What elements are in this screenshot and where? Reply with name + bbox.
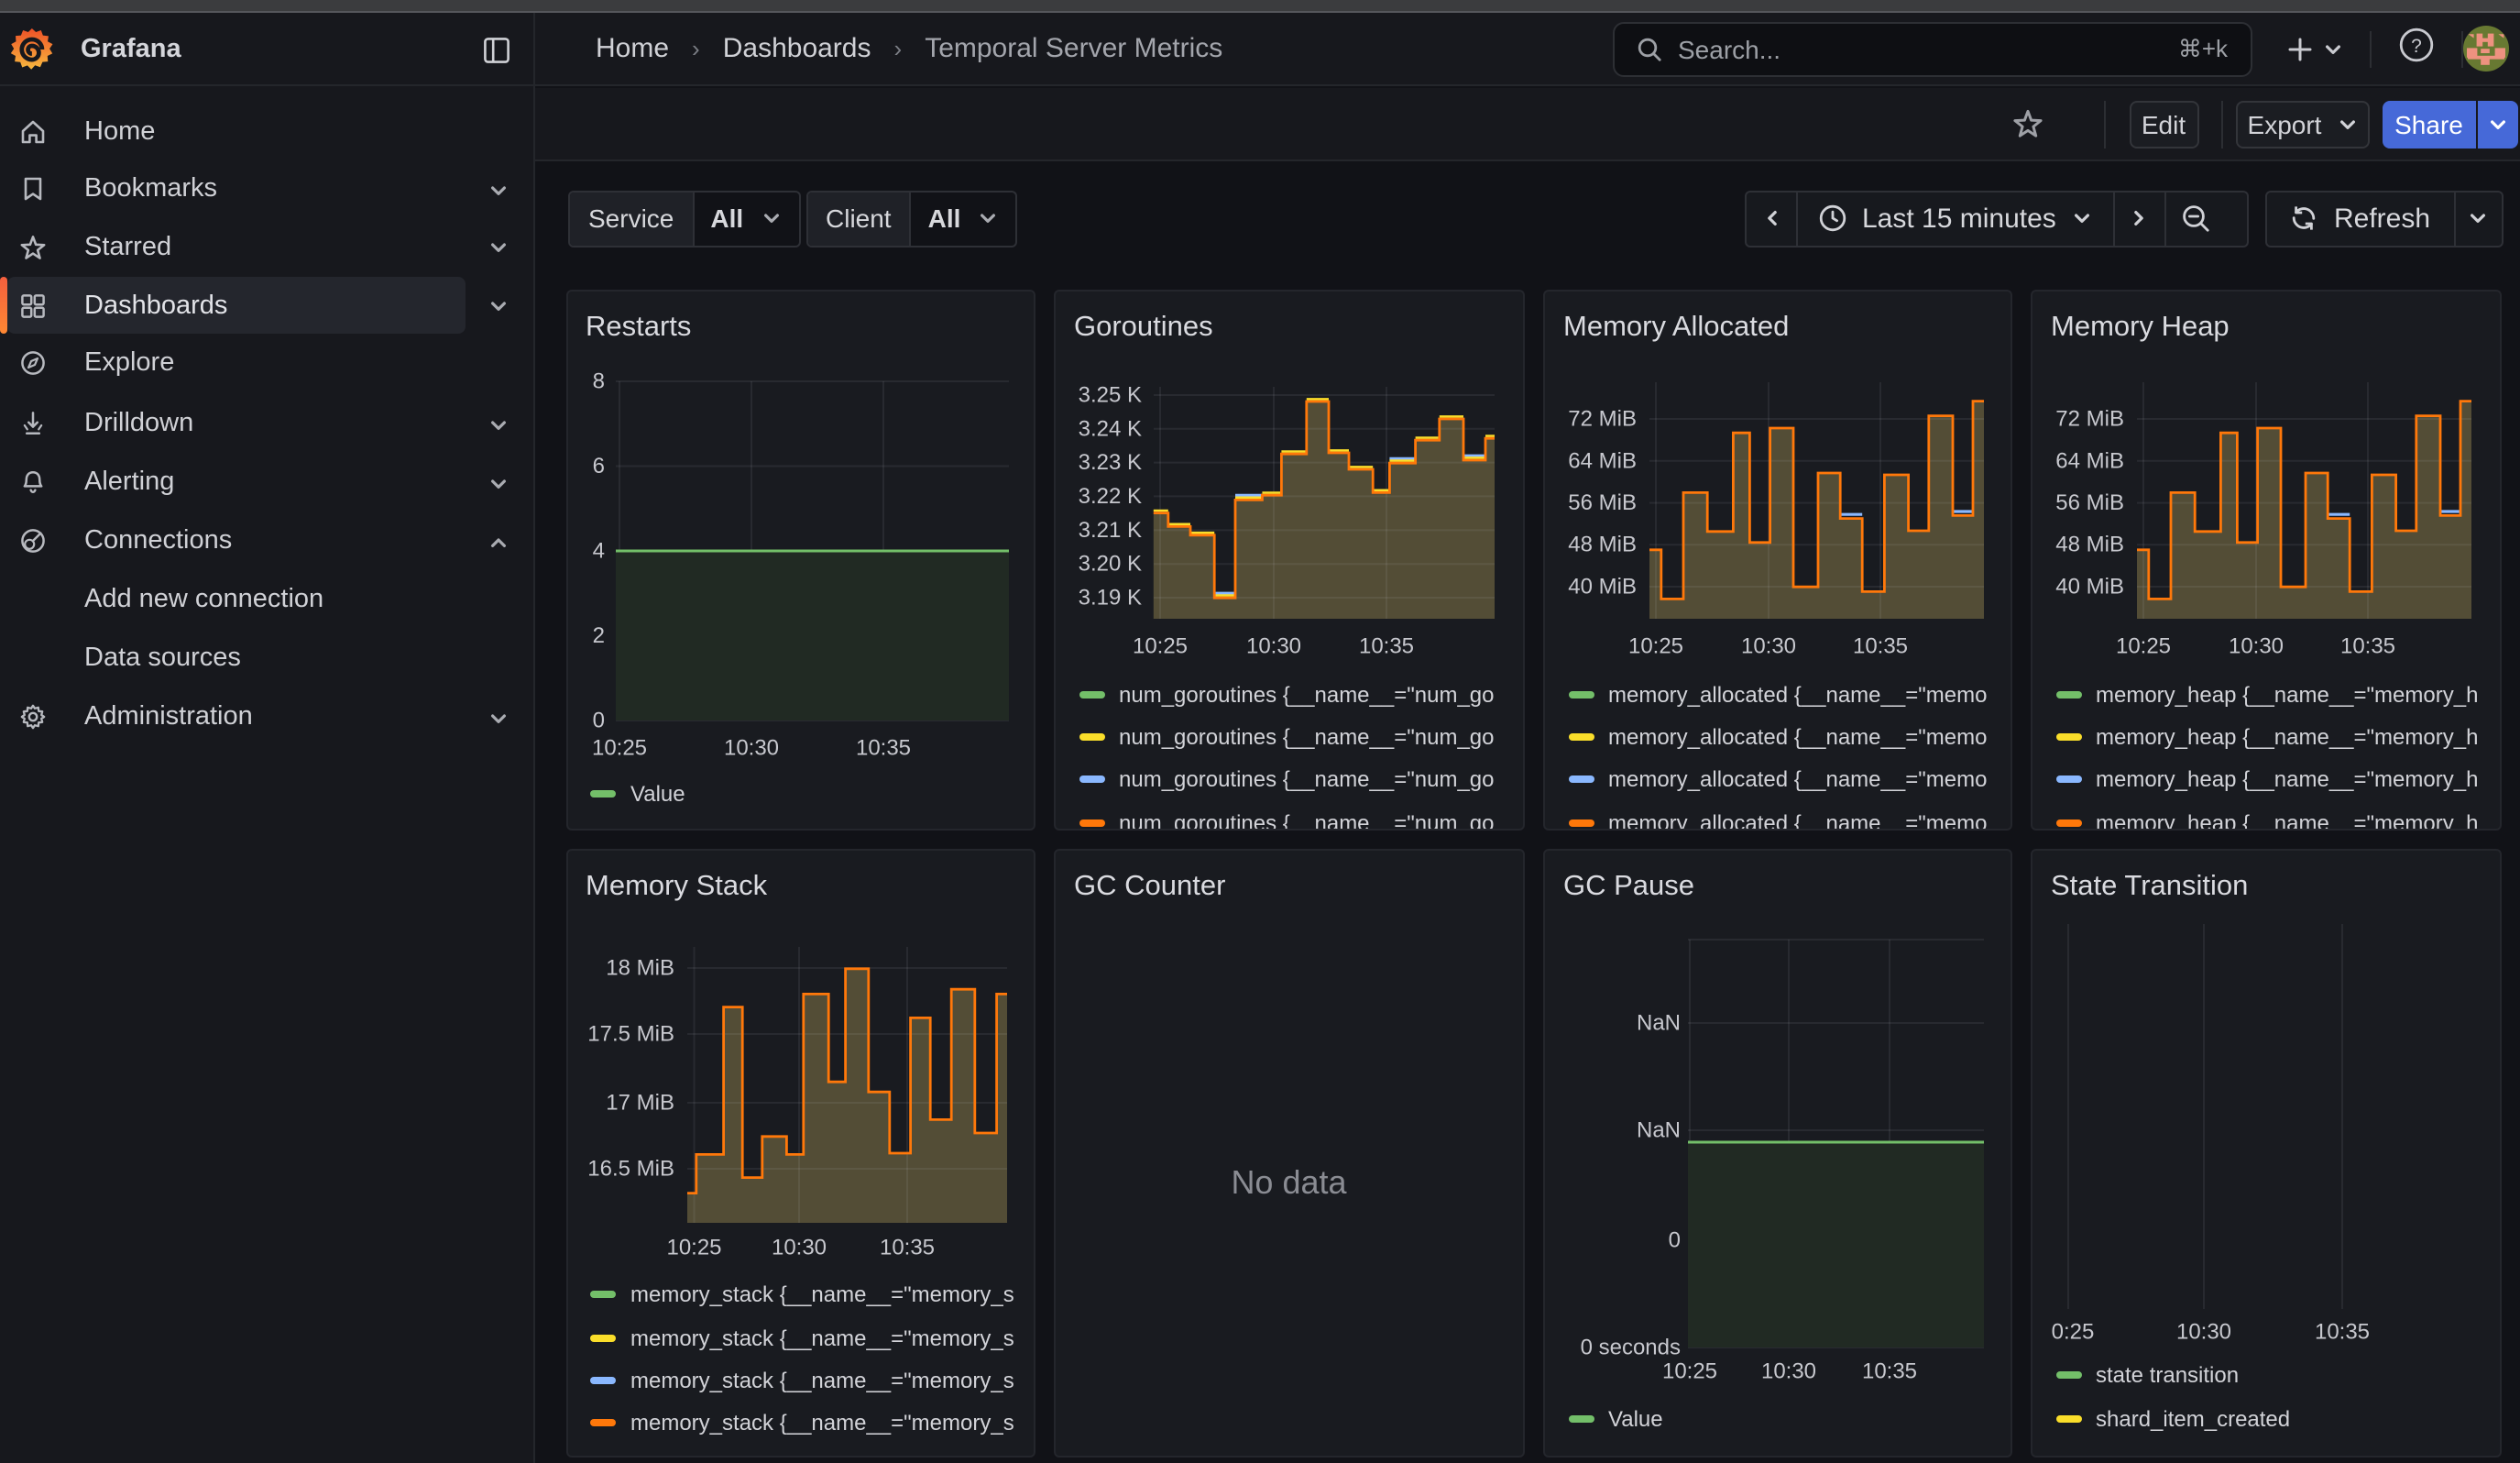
- svg-text:?: ?: [2411, 35, 2422, 56]
- svg-text:40 MiB: 40 MiB: [1568, 575, 1637, 600]
- svg-text:0: 0: [592, 709, 604, 733]
- svg-text:17.5 MiB: 17.5 MiB: [586, 1021, 674, 1046]
- svg-text:10:25: 10:25: [1662, 1358, 1717, 1383]
- svg-text:10:35: 10:35: [1359, 634, 1414, 659]
- svg-text:3.25 K: 3.25 K: [1079, 383, 1142, 408]
- svg-text:10:25: 10:25: [2116, 634, 2171, 659]
- svg-text:10:25: 10:25: [665, 1235, 720, 1260]
- svg-text:10:35: 10:35: [2340, 634, 2395, 659]
- svg-text:48 MiB: 48 MiB: [2055, 533, 2124, 557]
- svg-text:10:30: 10:30: [723, 736, 778, 761]
- svg-text:10:35: 10:35: [855, 736, 910, 761]
- svg-text:10:30: 10:30: [771, 1235, 826, 1260]
- svg-text:40 MiB: 40 MiB: [2055, 575, 2124, 600]
- svg-text:6: 6: [592, 454, 604, 478]
- svg-text:0: 0: [1669, 1227, 1681, 1252]
- svg-text:NaN: NaN: [1637, 1117, 1681, 1142]
- svg-text:48 MiB: 48 MiB: [1568, 533, 1637, 557]
- svg-text:10:30: 10:30: [1741, 634, 1796, 659]
- svg-text:10:30: 10:30: [2229, 634, 2284, 659]
- svg-text:17 MiB: 17 MiB: [605, 1090, 674, 1115]
- svg-text:3.19 K: 3.19 K: [1079, 586, 1142, 610]
- svg-text:10:35: 10:35: [2315, 1319, 2370, 1344]
- svg-text:10:30: 10:30: [1761, 1358, 1816, 1383]
- svg-text:10:35: 10:35: [879, 1235, 934, 1260]
- svg-text:56 MiB: 56 MiB: [1568, 490, 1637, 515]
- svg-text:72 MiB: 72 MiB: [2055, 407, 2124, 432]
- svg-text:3.20 K: 3.20 K: [1079, 552, 1142, 577]
- svg-text:10:30: 10:30: [1246, 634, 1301, 659]
- svg-text:72 MiB: 72 MiB: [1568, 407, 1637, 432]
- svg-text:NaN: NaN: [1637, 1010, 1681, 1035]
- svg-text:10:35: 10:35: [1853, 634, 1908, 659]
- svg-text:8: 8: [592, 369, 604, 394]
- svg-text:64 MiB: 64 MiB: [1568, 448, 1637, 473]
- svg-text:3.22 K: 3.22 K: [1079, 484, 1142, 509]
- svg-text:4: 4: [592, 539, 604, 564]
- svg-text:10:25: 10:25: [591, 736, 646, 761]
- svg-text:3.24 K: 3.24 K: [1079, 416, 1142, 441]
- svg-text:10:35: 10:35: [1862, 1358, 1917, 1383]
- svg-text:0:25: 0:25: [2052, 1319, 2095, 1344]
- svg-text:10:25: 10:25: [1133, 634, 1188, 659]
- svg-text:2: 2: [592, 623, 604, 648]
- svg-text:3.21 K: 3.21 K: [1079, 518, 1142, 543]
- svg-text:18 MiB: 18 MiB: [605, 955, 674, 980]
- svg-text:3.23 K: 3.23 K: [1079, 450, 1142, 475]
- svg-text:56 MiB: 56 MiB: [2055, 490, 2124, 515]
- svg-text:64 MiB: 64 MiB: [2055, 448, 2124, 473]
- svg-text:10:30: 10:30: [2176, 1319, 2231, 1344]
- svg-text:16.5 MiB: 16.5 MiB: [586, 1156, 674, 1181]
- svg-text:0 seconds: 0 seconds: [1581, 1335, 1681, 1359]
- svg-text:10:25: 10:25: [1628, 634, 1683, 659]
